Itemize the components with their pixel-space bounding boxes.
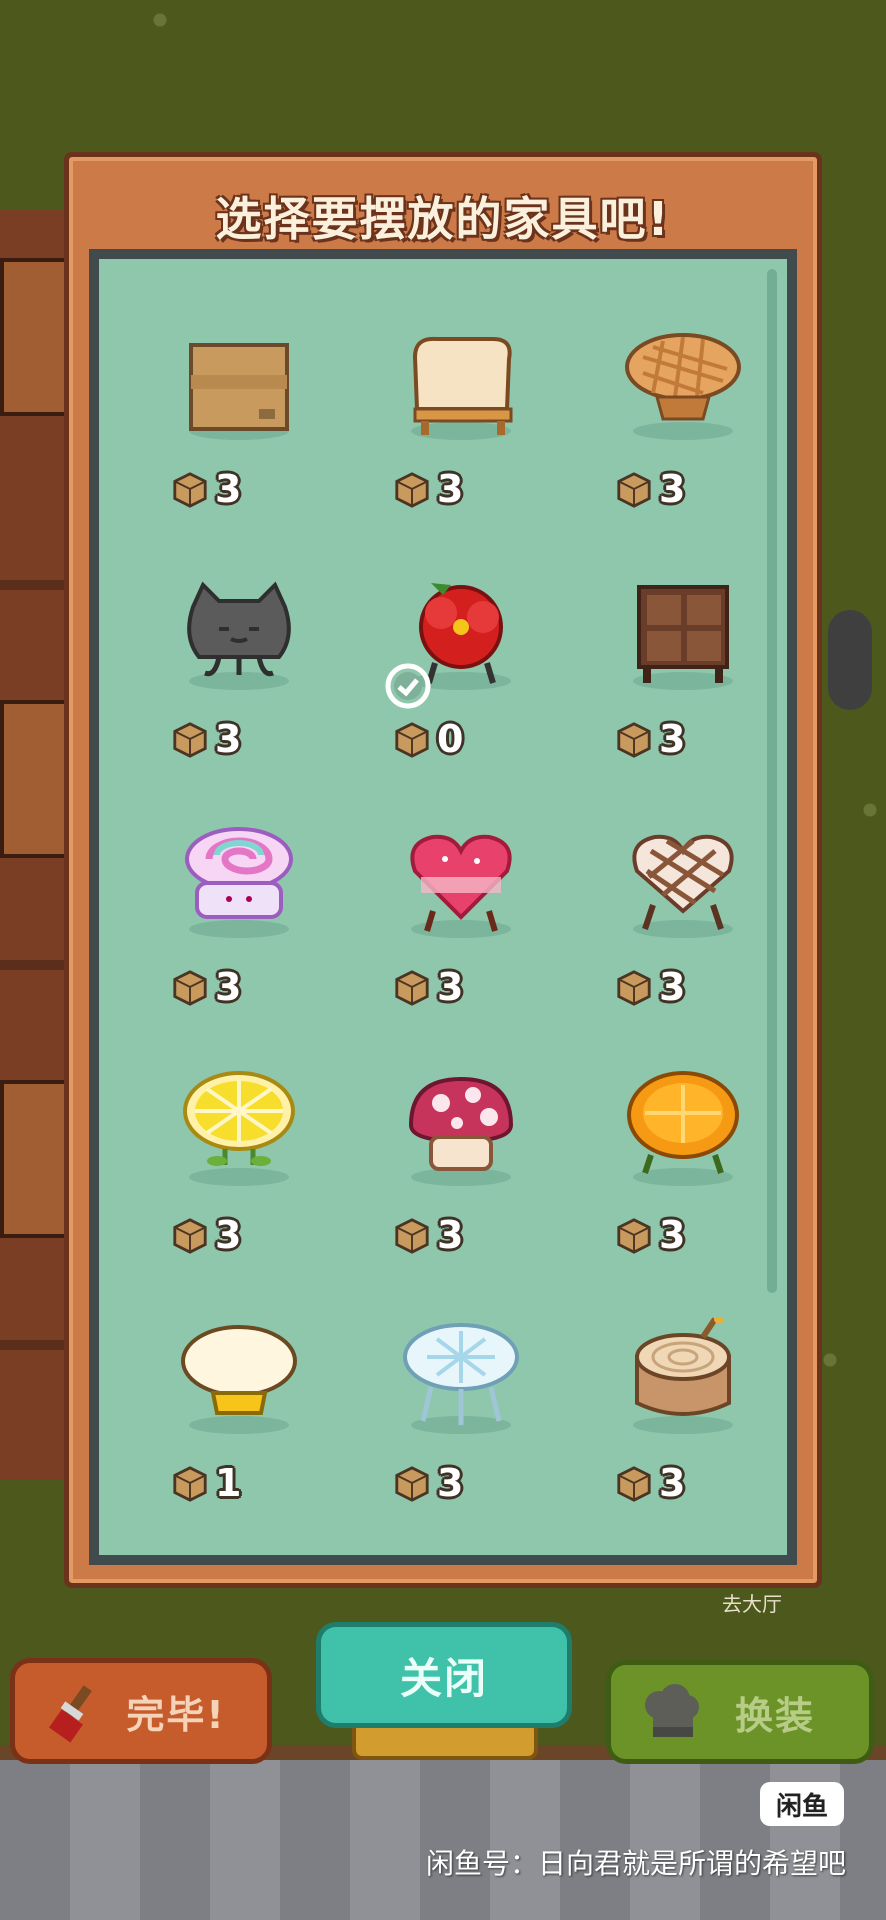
stock-count: 3	[171, 1213, 241, 1257]
background-stone	[828, 610, 872, 710]
done-button[interactable]: 完毕!	[10, 1658, 272, 1764]
box-icon	[173, 970, 207, 1006]
count-value: 3	[215, 1213, 242, 1257]
stock-count: 3	[393, 467, 463, 511]
count-value: 3	[215, 965, 242, 1009]
furniture-item[interactable]: 3	[139, 1025, 339, 1257]
xianyu-logo: 闲鱼	[760, 1782, 844, 1826]
close-button[interactable]: 关闭	[316, 1622, 572, 1728]
count-value: 3	[659, 467, 686, 511]
lemon-slice-table-icon	[183, 1071, 295, 1186]
stock-count: 0	[393, 717, 463, 761]
furniture-item[interactable]: 3	[583, 777, 783, 1009]
swap-outfit-button[interactable]: 换装	[606, 1660, 874, 1764]
close-label: 关闭	[399, 1653, 488, 1703]
watermark-text: 闲鱼号：日向君就是所谓的希望吧	[425, 1847, 846, 1880]
wall-decoration	[0, 258, 68, 416]
furniture-item[interactable]: 1	[139, 1273, 339, 1505]
furniture-item[interactable]: 3	[583, 279, 783, 511]
box-icon	[617, 970, 651, 1006]
count-value: 3	[659, 965, 686, 1009]
cardboard-box-table-icon	[189, 343, 289, 440]
dialog-title: 选择要摆放的家具吧!	[215, 192, 671, 246]
stock-count: 3	[171, 717, 241, 761]
lollipop-table-icon	[185, 827, 293, 938]
paint-brush-icon	[49, 1685, 92, 1743]
tree-stump-table-icon	[633, 1317, 733, 1434]
box-icon	[395, 970, 429, 1006]
stock-count: 3	[615, 1213, 685, 1257]
count-value: 1	[215, 1461, 242, 1505]
wall-decoration	[0, 1080, 68, 1238]
count-value: 3	[437, 1213, 464, 1257]
furniture-item[interactable]: 3	[361, 1273, 561, 1505]
count-value: 3	[437, 467, 464, 511]
count-value: 3	[659, 1461, 686, 1505]
box-icon	[173, 722, 207, 758]
count-value: 3	[215, 467, 242, 511]
box-icon	[173, 1466, 207, 1502]
furniture-item[interactable]: 3	[583, 1273, 783, 1505]
furniture-item[interactable]: 3	[361, 777, 561, 1009]
wall-decoration	[0, 700, 68, 858]
stock-count: 3	[393, 1461, 463, 1505]
orange-slice-table-icon	[627, 1071, 739, 1186]
checker-heart-table-icon	[632, 834, 734, 938]
count-value: 3	[215, 717, 242, 761]
stock-count: 1	[171, 1461, 241, 1505]
count-value: 3	[437, 1461, 464, 1505]
stock-count: 3	[615, 467, 685, 511]
box-icon	[395, 1218, 429, 1254]
toast-table-icon	[411, 336, 513, 440]
go-to-hall-label[interactable]: 去大厅	[722, 1588, 782, 1617]
box-icon	[617, 722, 651, 758]
box-icon	[395, 472, 429, 508]
swap-label: 换装	[734, 1693, 815, 1738]
furniture-select-dialog: 选择要摆放的家具吧! 3 3 3 3 0 3 3 3 3 3 3 3 1 3 3	[64, 152, 822, 1588]
box-icon	[617, 1466, 651, 1502]
ice-crystal-table-icon	[403, 1323, 519, 1434]
furniture-grid: 3 3 3 3 0 3 3 3 3 3 3 3 1 3 3	[99, 259, 787, 1555]
box-icon	[617, 472, 651, 508]
mushroom-stool-icon	[408, 1076, 514, 1186]
stock-count: 3	[171, 467, 241, 511]
chocolate-bar-table-icon	[633, 585, 733, 690]
selected-check-icon	[385, 663, 431, 709]
count-value: 0	[437, 717, 464, 761]
waffle-round-table-icon	[625, 333, 741, 440]
furniture-item[interactable]: 3	[139, 777, 339, 1009]
stock-count: 3	[615, 1461, 685, 1505]
stone-floor	[0, 1760, 886, 1920]
count-value: 3	[659, 1213, 686, 1257]
furniture-item[interactable]: 3	[361, 279, 561, 511]
furniture-item[interactable]: 0	[361, 529, 561, 761]
box-icon	[395, 1466, 429, 1502]
box-icon	[617, 1218, 651, 1254]
furniture-item[interactable]: 3	[361, 1025, 561, 1257]
custard-round-table-icon	[181, 1325, 297, 1434]
done-label: 完毕!	[126, 1692, 226, 1737]
furniture-item[interactable]: 3	[583, 1025, 783, 1257]
box-icon	[173, 1218, 207, 1254]
stock-count: 3	[393, 965, 463, 1009]
furniture-item[interactable]: 3	[583, 529, 783, 761]
furniture-list-panel[interactable]: 3 3 3 3 0 3 3 3 3 3 3 3 1 3 3	[89, 249, 797, 1565]
furniture-item[interactable]: 3	[139, 529, 339, 761]
stock-count: 3	[393, 1213, 463, 1257]
stock-count: 3	[171, 965, 241, 1009]
chef-hat-icon	[645, 1684, 699, 1737]
pink-heart-cake-table-icon	[410, 834, 512, 938]
box-icon	[173, 472, 207, 508]
furniture-item[interactable]: 3	[139, 279, 339, 511]
stock-count: 3	[615, 717, 685, 761]
black-cat-table-icon	[187, 581, 291, 690]
box-icon	[395, 722, 429, 758]
count-value: 3	[437, 965, 464, 1009]
stock-count: 3	[615, 965, 685, 1009]
count-value: 3	[659, 717, 686, 761]
